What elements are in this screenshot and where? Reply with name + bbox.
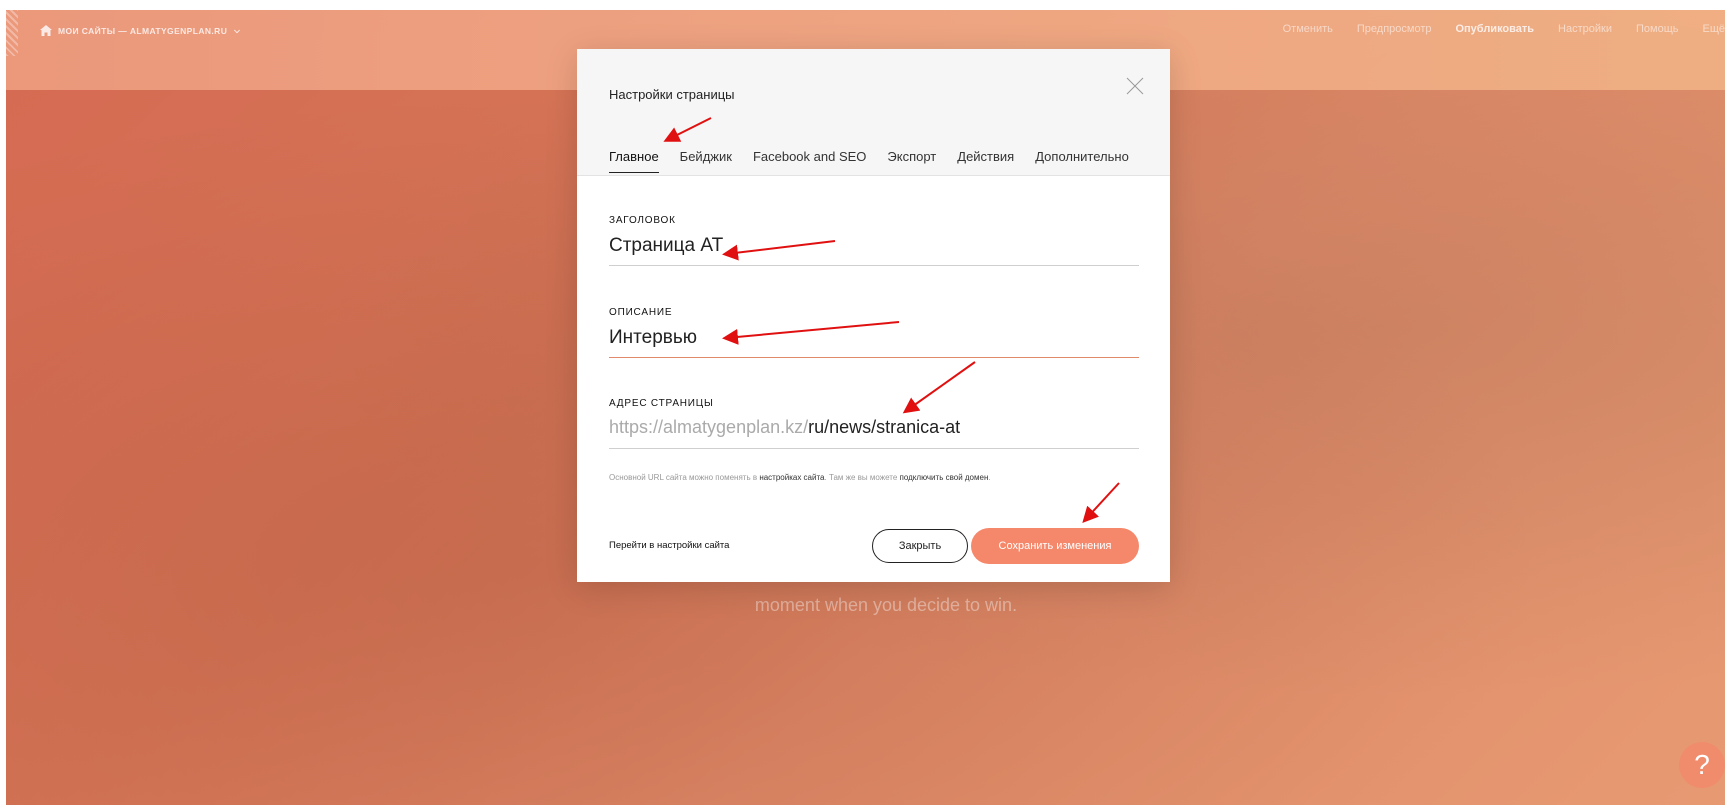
hint-text-2: . Там же вы можете [824, 473, 900, 482]
site-settings-link[interactable]: Перейти в настройки сайта [609, 540, 729, 551]
help-link[interactable]: Помощь [1636, 23, 1679, 35]
address-path[interactable]: ru/news/stranica-at [808, 417, 960, 438]
description-input[interactable]: Интервью [609, 327, 1139, 358]
address-prefix: https://almatygenplan.kz/ [609, 417, 809, 437]
tab-badge[interactable]: Бейджик [680, 149, 732, 173]
tab-actions[interactable]: Действия [957, 149, 1014, 173]
breadcrumb-label: МОИ САЙТЫ — ALMATYGENPLAN.RU [58, 25, 228, 36]
close-icon[interactable] [1126, 77, 1144, 95]
chevron-down-icon [234, 29, 241, 33]
preview-link[interactable]: Предпросмотр [1357, 23, 1432, 35]
modal-title: Настройки страницы [609, 87, 735, 102]
address-input[interactable]: https://almatygenplan.kz/ ru/news/strani… [609, 417, 1139, 449]
title-input[interactable]: Страница AT [609, 235, 1139, 266]
breadcrumb[interactable]: МОИ САЙТЫ — ALMATYGENPLAN.RU [40, 25, 241, 36]
hero-subtitle: moment when you decide to win. [754, 595, 1018, 615]
tab-facebook-seo[interactable]: Facebook and SEO [753, 149, 866, 173]
hint-text-3: . [988, 473, 991, 482]
settings-link[interactable]: Настройки [1558, 23, 1612, 35]
tab-export[interactable]: Экспорт [887, 149, 936, 173]
topbar-actions: Отменить Предпросмотр Опубликовать Настр… [1283, 23, 1725, 35]
page-settings-modal: Настройки страницы Главное Бейджик Faceb… [577, 49, 1170, 582]
publish-link[interactable]: Опубликовать [1455, 23, 1534, 35]
description-field: ОПИСАНИЕ Интервью [609, 307, 1139, 358]
tab-main[interactable]: Главное [609, 149, 659, 173]
undo-link[interactable]: Отменить [1283, 23, 1333, 35]
close-button[interactable]: Закрыть [872, 529, 968, 563]
address-field-label: АДРЕС СТРАНИЦЫ [609, 398, 714, 409]
help-button[interactable]: ? [1679, 742, 1725, 788]
save-changes-button[interactable]: Сохранить изменения [971, 528, 1139, 564]
address-field: АДРЕС СТРАНИЦЫ https://almatygenplan.kz/… [609, 398, 1139, 449]
hint-site-settings-link[interactable]: настройках сайта [759, 473, 824, 482]
description-field-label: ОПИСАНИЕ [609, 307, 673, 318]
title-field-label: ЗАГОЛОВОК [609, 215, 676, 226]
topbar-stripe [6, 10, 18, 56]
tab-advanced[interactable]: Дополнительно [1035, 149, 1129, 173]
hint-text-1: Основной URL сайта можно поменять в [609, 473, 760, 482]
modal-header: Настройки страницы Главное Бейджик Faceb… [577, 49, 1170, 176]
modal-tabs: Главное Бейджик Facebook and SEO Экспорт… [609, 149, 1129, 173]
home-icon [40, 25, 52, 36]
title-field: ЗАГОЛОВОК Страница AT [609, 215, 1139, 266]
hint-connect-domain-link[interactable]: подключить свой домен [900, 473, 989, 482]
more-link[interactable]: Ещё [1702, 23, 1725, 35]
url-hint: Основной URL сайта можно поменять в наст… [609, 473, 991, 482]
